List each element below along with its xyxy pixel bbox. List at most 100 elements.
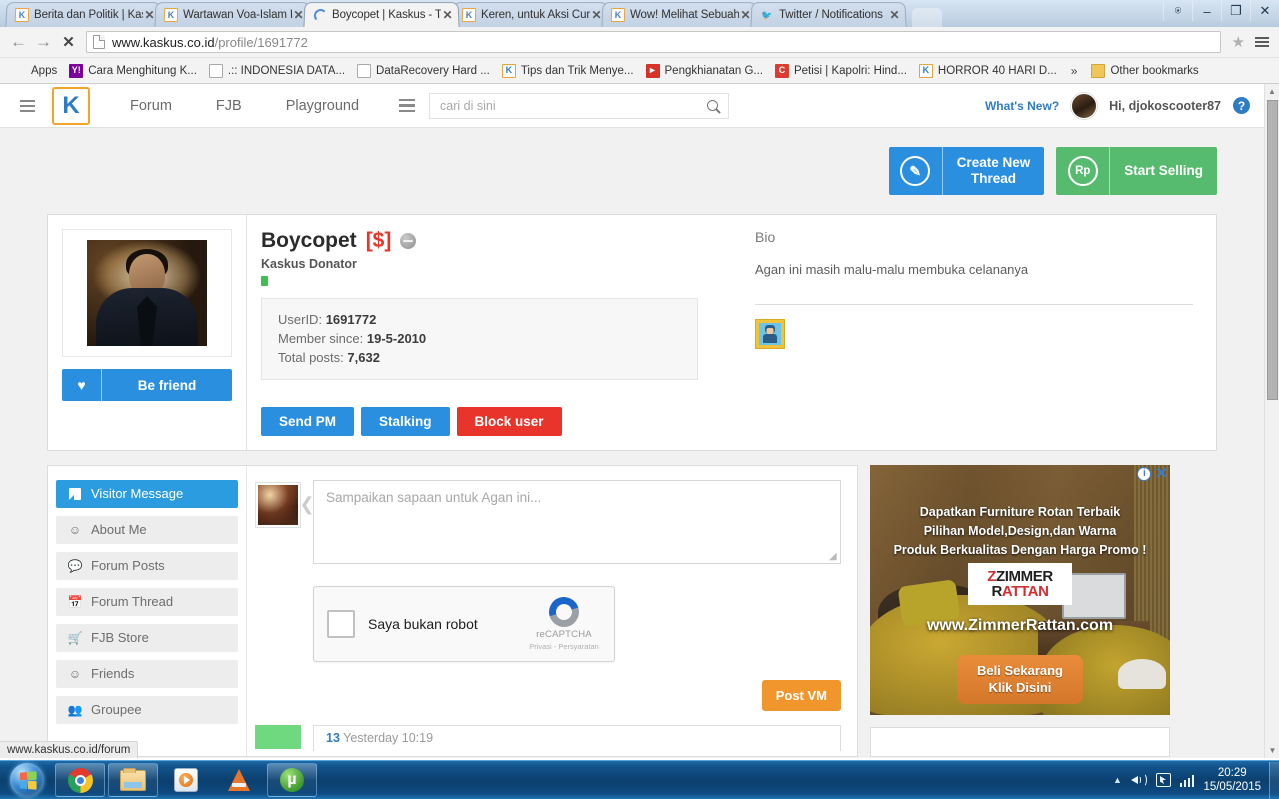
create-new-thread-button[interactable]: ✎ Create New Thread — [888, 147, 1045, 195]
folder-icon — [1091, 63, 1106, 78]
user-greeting[interactable]: Hi, djokoscooter87 — [1109, 99, 1221, 113]
start-selling-button[interactable]: Rp Start Selling — [1056, 147, 1217, 195]
bookmark-item[interactable]: .:: INDONESIA DATA... — [203, 62, 351, 80]
taskbar-clock[interactable]: 20:29 15/05/2015 — [1203, 766, 1261, 795]
page-body: ✎ Create New Thread Rp Start Selling ♥ B… — [0, 128, 1264, 758]
kaskus-icon: K — [918, 63, 933, 78]
sidebar-item-forum-posts[interactable]: 💬 Forum Posts — [56, 551, 238, 580]
bookmark-item[interactable]: C Petisi | Kapolri: Hind... — [769, 62, 913, 80]
forward-icon[interactable]: → — [31, 30, 56, 55]
back-icon[interactable]: ← — [6, 30, 31, 55]
ad-cta-button[interactable]: Beli Sekarang Klik Disini — [957, 654, 1083, 704]
action-center-icon[interactable] — [1155, 773, 1171, 787]
sidebar-item-groupee[interactable]: 👥 Groupee — [56, 695, 238, 724]
recaptcha-terms-link[interactable]: Privasi - Persyaratan — [527, 642, 601, 651]
scroll-up-icon[interactable]: ▲ — [1265, 84, 1279, 99]
be-friend-button[interactable]: ♥ Be friend — [62, 369, 232, 401]
bookmark-item[interactable]: ► Pengkhianatan G... — [640, 62, 769, 80]
chrome-menu-icon[interactable] — [1251, 37, 1273, 47]
bookmark-apps[interactable]: Apps — [6, 62, 63, 80]
visitor-message-input[interactable]: Sampaikan sapaan untuk Agan ini... ◢ — [313, 479, 841, 564]
nav-link-forum[interactable]: Forum — [108, 98, 194, 114]
nav-link-playground[interactable]: Playground — [264, 98, 381, 114]
bookmark-overflow-icon[interactable]: » — [1063, 64, 1086, 78]
minimize-icon[interactable]: ‒ — [1192, 1, 1221, 21]
taskbar-item-explorer[interactable] — [108, 763, 158, 797]
user-profile-icon[interactable]: ⍟ — [1163, 1, 1192, 21]
browser-tab[interactable]: K Keren, untuk Aksi Curi ✕ — [452, 2, 609, 27]
recaptcha-widget[interactable]: Saya bukan robot reCAPTCHA Privasi - Per… — [313, 585, 615, 662]
taskbar-item-utorrent[interactable]: µ — [267, 763, 317, 797]
scrollbar-thumb[interactable] — [1267, 100, 1278, 400]
stop-loading-icon[interactable]: ✕ — [56, 30, 81, 55]
list-item: 13 Yesterday 10:19 — [313, 724, 841, 751]
search-input[interactable]: cari di sini — [429, 92, 730, 119]
browser-tab[interactable]: K Wartawan Voa-Islam Di ✕ — [154, 2, 311, 27]
browser-tab-active[interactable]: Boycopet | Kaskus - The ✕ — [303, 2, 460, 27]
ad-close-icon[interactable]: ✕ — [1155, 466, 1168, 481]
bookmark-item[interactable]: K Tips dan Trik Menye... — [496, 62, 640, 80]
help-icon[interactable]: ? — [1233, 97, 1250, 114]
clock-date: 15/05/2015 — [1203, 781, 1261, 793]
close-window-icon[interactable]: ✕ — [1250, 1, 1279, 21]
kaskus-logo[interactable]: K — [52, 86, 90, 125]
hamburger-icon[interactable] — [14, 93, 40, 119]
bookmark-label: .:: INDONESIA DATA... — [227, 64, 346, 77]
sidebar-item-visitor-message[interactable]: Visitor Message — [56, 479, 238, 508]
search-icon[interactable] — [707, 100, 719, 111]
other-bookmarks-folder[interactable]: Other bookmarks — [1085, 62, 1204, 80]
search-category-icon[interactable] — [393, 98, 421, 113]
block-user-button[interactable]: Block user — [456, 406, 562, 436]
maximize-icon[interactable]: ❐ — [1221, 1, 1250, 21]
stalking-button[interactable]: Stalking — [361, 406, 450, 436]
loading-spinner-icon — [313, 8, 328, 22]
kaskus-favicon-icon: K — [163, 8, 179, 23]
tab-close-icon[interactable]: ✕ — [441, 8, 454, 22]
bookmark-label: Apps — [31, 64, 58, 77]
show-desktop-button[interactable] — [1269, 761, 1279, 799]
scroll-down-icon[interactable]: ▼ — [1265, 743, 1279, 758]
offline-status-icon — [400, 233, 417, 249]
message-author[interactable]: 13 — [326, 731, 340, 745]
tab-title: Boycopet | Kaskus - The — [331, 9, 442, 22]
bookmark-star-icon[interactable]: ★ — [1226, 33, 1251, 51]
create-thread-label: Create New Thread — [956, 155, 1031, 186]
total-posts-row: Total posts: 7,632 — [278, 350, 380, 366]
start-button[interactable] — [2, 762, 52, 798]
address-bar[interactable]: www.kaskus.co.id/profile/1691772 — [86, 31, 1221, 53]
post-vm-button[interactable]: Post VM — [761, 679, 841, 711]
rupiah-icon: Rp — [1056, 147, 1111, 195]
taskbar-item-vlc[interactable] — [214, 763, 264, 797]
taskbar-item-media-player[interactable] — [161, 763, 211, 797]
whats-new-link[interactable]: What's New? — [985, 99, 1059, 113]
recaptcha-checkbox[interactable] — [327, 609, 355, 638]
page-scrollbar[interactable]: ▲ ▼ — [1264, 84, 1279, 758]
browser-tab[interactable]: 🐦 Twitter / Notifications ✕ — [750, 2, 907, 27]
avatar[interactable] — [1071, 92, 1098, 119]
profile-photo-column: ♥ Be friend — [48, 215, 247, 450]
browser-tab[interactable]: K Wow! Melihat Sebuah ✕ — [601, 2, 758, 27]
taskbar-item-chrome[interactable] — [55, 763, 105, 797]
bookmark-item[interactable]: Y! Cara Menghitung K... — [63, 62, 203, 80]
new-tab-button[interactable] — [912, 8, 942, 27]
show-hidden-icons[interactable]: ▲ — [1113, 775, 1122, 785]
chrome-icon — [67, 767, 93, 793]
ad-info-icon[interactable]: i — [1137, 466, 1152, 481]
bookmark-item[interactable]: K HORROR 40 HARI D... — [913, 62, 1063, 80]
network-signal-icon[interactable] — [1179, 774, 1195, 787]
ad-headline: Dapatkan Furniture Rotan Terbaik Pilihan… — [893, 504, 1147, 558]
bookmark-label: Pengkhianatan G... — [664, 64, 763, 77]
speaker-icon[interactable] — [1130, 773, 1147, 787]
advertisement-banner[interactable]: i ✕ Dapatkan Furniture Rotan Terbaik Pil… — [870, 464, 1170, 715]
browser-tab[interactable]: K Berita dan Politik | Kask ✕ — [5, 2, 162, 27]
tab-close-icon[interactable]: ✕ — [888, 8, 901, 22]
sidebar-item-fjb-store[interactable]: 🛒 FJB Store — [56, 623, 238, 652]
start-selling-label: Start Selling — [1124, 163, 1203, 179]
sidebar-item-about-me[interactable]: ☺ About Me — [56, 515, 238, 544]
sidebar-item-friends[interactable]: ☺ Friends — [56, 659, 238, 688]
send-pm-button[interactable]: Send PM — [261, 406, 355, 436]
bookmark-item[interactable]: DataRecovery Hard ... — [351, 62, 496, 80]
resize-grip-icon[interactable]: ◢ — [829, 551, 838, 561]
sidebar-item-forum-thread[interactable]: 📅 Forum Thread — [56, 587, 238, 616]
nav-link-fjb[interactable]: FJB — [194, 98, 264, 114]
